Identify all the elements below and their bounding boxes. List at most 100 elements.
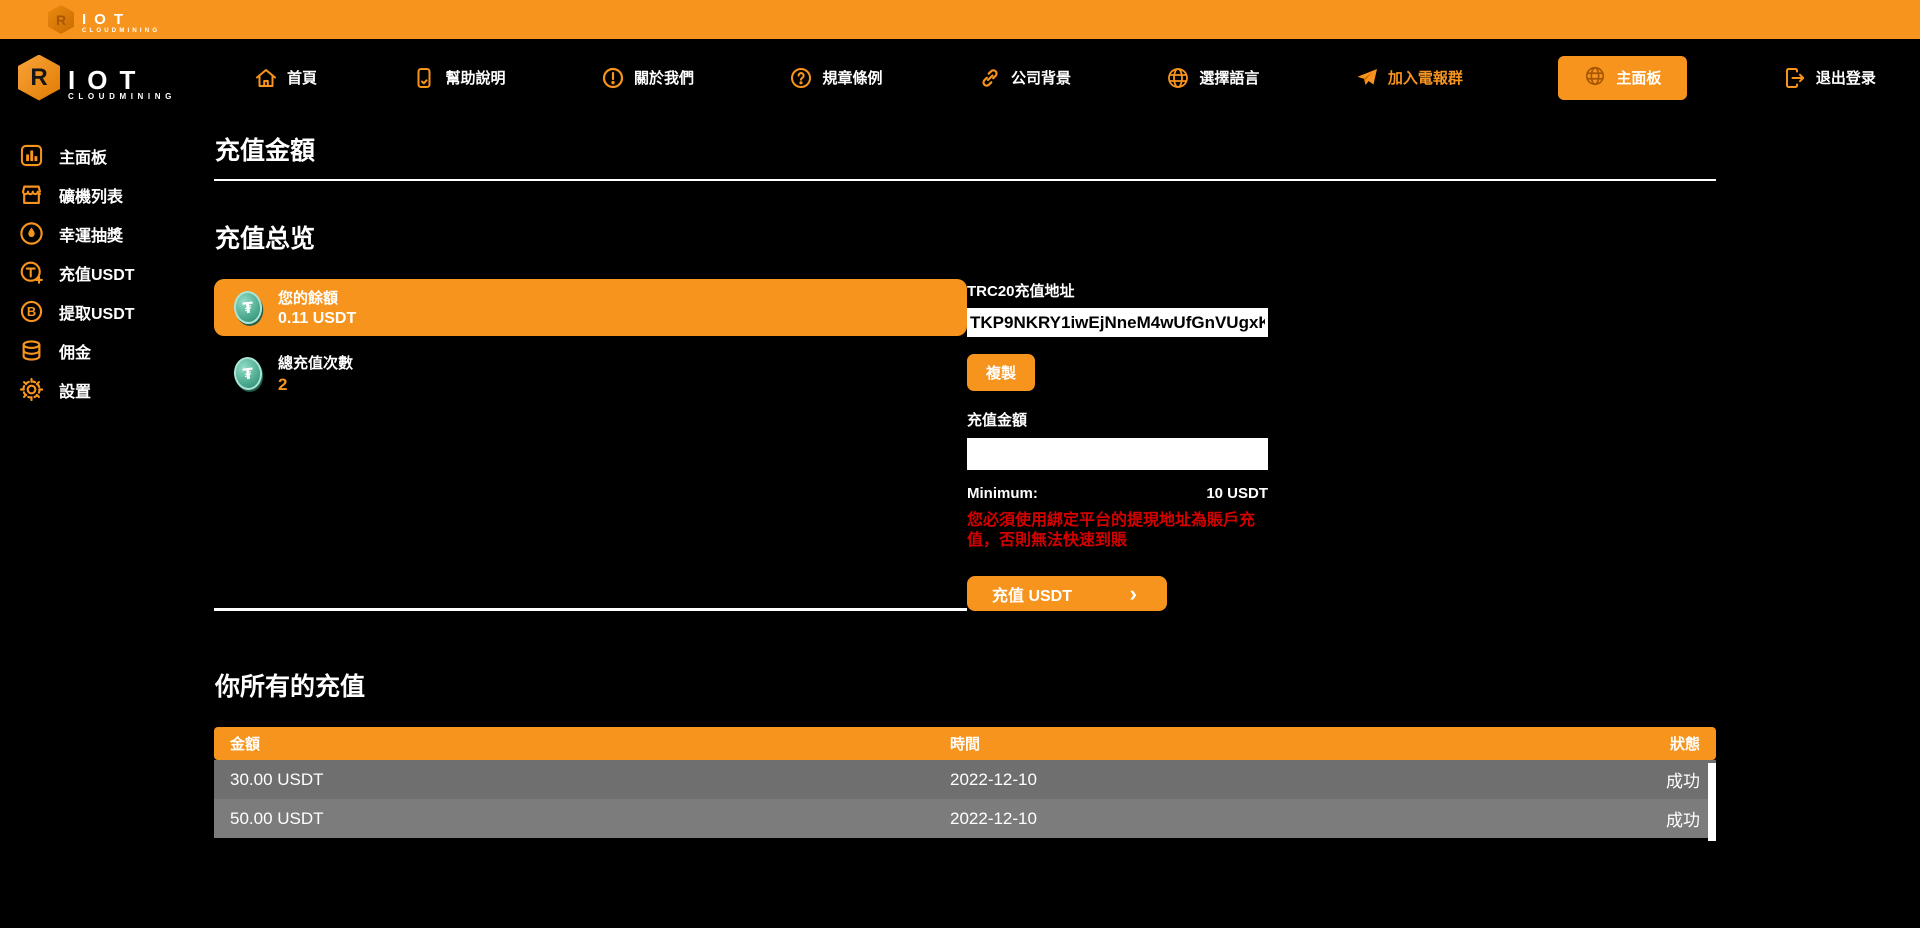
page-title: 充值金額 (215, 131, 1716, 167)
deposit-count-row: ₮ 總充值次數 2 (214, 348, 967, 398)
tether-coin-icon: ₮ (232, 290, 263, 326)
brand-hexagon-icon: R (48, 5, 74, 34)
main-content: 充值金額 充值总览 ₮ 您的餘額 0.11 USDT ₮ 總充值次數 2 (214, 116, 1920, 928)
address-label: TRC20充值地址 (967, 280, 1297, 301)
globe-icon (1584, 65, 1606, 91)
amount-input[interactable] (967, 438, 1268, 470)
logout-button[interactable]: 退出登录 (1783, 66, 1876, 90)
miners-icon (18, 181, 45, 208)
telegram-icon (1355, 66, 1379, 90)
question-icon (789, 66, 813, 90)
nav-item-label: 首頁 (287, 67, 317, 88)
deposit-form: TRC20充值地址 複製 充值金額 Minimum: 10 USDT 您必須使用… (967, 279, 1297, 611)
dashboard-button-label: 主面板 (1616, 67, 1661, 88)
nav-item-help[interactable]: 幫助說明 (412, 66, 505, 90)
nav-item-label: 選擇語言 (1199, 67, 1259, 88)
nav-item-company[interactable]: 公司背景 (978, 66, 1071, 90)
table-row: 50.00 USDT 2022-12-10 成功 (214, 799, 1716, 838)
tether-coin-icon: ₮ (232, 355, 263, 391)
trc20-address-input[interactable] (967, 308, 1268, 337)
nav-item-about[interactable]: 關於我們 (601, 66, 694, 90)
minimum-label: Minimum: (967, 485, 1038, 502)
brand-subtitle: CLOUDMINING (82, 28, 160, 34)
brand-name: IOT (82, 11, 160, 28)
home-icon (254, 66, 278, 90)
nav-item-home[interactable]: 首頁 (254, 66, 317, 90)
withdraw-usdt-icon: B (18, 298, 45, 325)
sidebar-item-miners[interactable]: 礦機列表 (0, 175, 214, 214)
sidebar-item-label: 提取USDT (59, 300, 135, 324)
deposit-history-table: 金額 時間 狀態 30.00 USDT 2022-12-10 成功 50.00 … (214, 727, 1716, 838)
column-header-time: 時間 (950, 733, 1590, 754)
link-icon (978, 66, 1002, 90)
balance-card: ₮ 您的餘額 0.11 USDT (214, 279, 967, 336)
nav-item-rules[interactable]: 規章條例 (789, 66, 882, 90)
brand-hexagon-icon: R (18, 55, 60, 101)
dashboard-icon (18, 142, 45, 169)
brand-letter: R (30, 64, 47, 92)
overview-title: 充值总览 (215, 219, 1716, 255)
deposit-count-label: 總充值次數 (278, 352, 353, 373)
sidebar-item-commission[interactable]: 佣金 (0, 331, 214, 370)
brand-subtitle: CLOUDMINING (68, 92, 176, 101)
sidebar-item-label: 充值USDT (59, 261, 135, 285)
top-banner: R IOT CLOUDMINING (0, 0, 1920, 39)
brand-letter: R (56, 12, 66, 28)
title-divider (214, 179, 1716, 181)
nav-item-label: 關於我們 (634, 67, 694, 88)
sidebar-item-lucky-draw[interactable]: 幸運抽獎 (0, 214, 214, 253)
sidebar-item-deposit-usdt[interactable]: 充值USDT (0, 253, 214, 292)
commission-icon (18, 337, 45, 364)
lucky-draw-icon (18, 220, 45, 247)
nav-item-telegram[interactable]: 加入電報群 (1355, 66, 1463, 90)
cell-time: 2022-12-10 (950, 809, 1590, 829)
copy-button[interactable]: 複製 (967, 354, 1035, 391)
nav-item-label: 加入電報群 (1388, 67, 1463, 88)
settings-icon (18, 376, 45, 403)
nav-item-language[interactable]: 選擇語言 (1166, 66, 1259, 90)
nav-items: 首頁 幫助說明 關於我們 規章條例 公司背景 (214, 56, 1920, 100)
column-header-status: 狀態 (1590, 733, 1700, 754)
sidebar-item-label: 礦機列表 (59, 183, 123, 207)
logout-icon (1783, 66, 1807, 90)
sidebar-item-label: 幸運抽獎 (59, 222, 123, 246)
balance-value: 0.11 USDT (278, 310, 356, 328)
manual-icon (412, 66, 436, 90)
svg-text:B: B (27, 304, 36, 319)
cell-amount: 50.00 USDT (230, 809, 950, 829)
overview-stats: ₮ 您的餘額 0.11 USDT ₮ 總充值次數 2 (214, 279, 967, 611)
deposit-usdt-icon (18, 259, 45, 286)
nav-item-label: 規章條例 (822, 67, 882, 88)
globe-icon (1166, 66, 1190, 90)
nav-item-label: 公司背景 (1011, 67, 1071, 88)
dashboard-button[interactable]: 主面板 (1558, 56, 1687, 100)
cell-status: 成功 (1590, 806, 1700, 831)
cell-amount: 30.00 USDT (230, 770, 950, 790)
table-scrollbar[interactable] (1708, 763, 1716, 841)
brand-logo-small: R IOT CLOUDMINING (48, 5, 160, 34)
column-header-amount: 金額 (230, 733, 950, 754)
deposit-submit-label: 充值 USDT (992, 582, 1072, 606)
sidebar-item-dashboard[interactable]: 主面板 (0, 136, 214, 175)
sidebar-item-withdraw-usdt[interactable]: B 提取USDT (0, 292, 214, 331)
deposit-submit-button[interactable]: 充值 USDT › (967, 576, 1167, 611)
table-row: 30.00 USDT 2022-12-10 成功 (214, 760, 1716, 799)
main-navbar: R IOT CLOUDMINING 首頁 幫助說明 關於我們 (0, 39, 1920, 116)
sidebar-item-settings[interactable]: 設置 (0, 370, 214, 409)
balance-label: 您的餘額 (278, 287, 356, 308)
amount-label: 充值金額 (967, 409, 1297, 430)
deposit-count-value: 2 (278, 375, 353, 395)
sidebar-item-label: 主面板 (59, 144, 107, 168)
sidebar-item-label: 設置 (59, 378, 91, 402)
sidebar: 主面板 礦機列表 幸運抽獎 充值USDT B 提取USDT (0, 116, 214, 928)
minimum-value: 10 USDT (1206, 485, 1268, 502)
nav-item-label: 幫助說明 (445, 67, 505, 88)
history-title: 你所有的充值 (215, 667, 1716, 703)
logout-label: 退出登录 (1816, 67, 1876, 88)
brand-name: IOT (68, 68, 176, 92)
table-header-row: 金額 時間 狀態 (214, 727, 1716, 760)
cell-status: 成功 (1590, 767, 1700, 792)
brand-logo-large[interactable]: R IOT CLOUDMINING (0, 55, 214, 101)
cell-time: 2022-12-10 (950, 770, 1590, 790)
sidebar-item-label: 佣金 (59, 339, 91, 363)
